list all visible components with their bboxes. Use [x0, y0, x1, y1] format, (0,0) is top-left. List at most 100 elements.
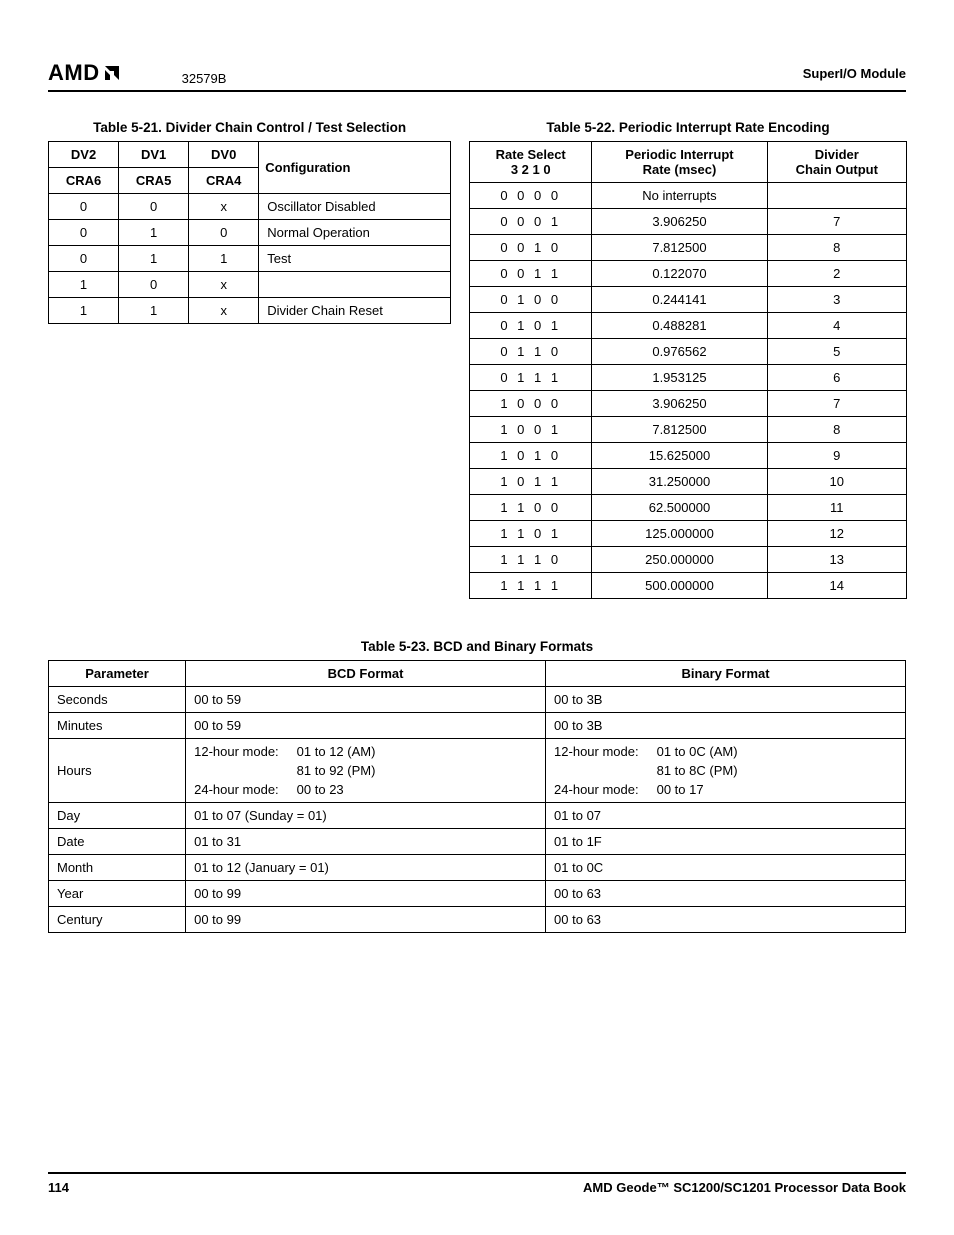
- table-cell: 0: [189, 220, 259, 246]
- table-row: 1 0 1 131.25000010: [470, 469, 907, 495]
- table-cell-param: Century: [49, 907, 186, 933]
- mode-label: [554, 763, 639, 778]
- table-cell: 0 1 0 0: [470, 287, 592, 313]
- mode-label: 24-hour mode:: [554, 782, 639, 797]
- table-521: DV2 DV1 DV0 Configuration CRA6 CRA5 CRA4…: [48, 141, 451, 324]
- table-cell: 0 0 1 0: [470, 235, 592, 261]
- table-cell: 8: [767, 417, 906, 443]
- table-cell: 00 to 63: [546, 907, 906, 933]
- table-cell-param: Minutes: [49, 713, 186, 739]
- table-cell: 0 1 1 1: [470, 365, 592, 391]
- table-cell: 00 to 99: [186, 881, 546, 907]
- table-row: 0 1 1 11.9531256: [470, 365, 907, 391]
- amd-arrow-icon: [102, 63, 122, 83]
- page-header: AMD 32579B SuperI/O Module: [48, 60, 906, 92]
- table-row: 1 0 1 015.6250009: [470, 443, 907, 469]
- th-line: 3 2 1 0: [511, 162, 551, 177]
- table-cell: 0 0 0 1: [470, 209, 592, 235]
- table-cell: x: [189, 272, 259, 298]
- table-cell: 6: [767, 365, 906, 391]
- table-523-wrap: Table 5-23. BCD and Binary Formats Param…: [48, 639, 906, 933]
- table-cell: 1 1 1 1: [470, 573, 592, 599]
- table-cell: 0 0 1 1: [470, 261, 592, 287]
- table-row: 0 0 0 0No interrupts: [470, 183, 907, 209]
- table-row: 1 1 0 1125.00000012: [470, 521, 907, 547]
- table-cell: 7: [767, 209, 906, 235]
- mode-value: 81 to 8C (PM): [657, 763, 897, 778]
- table-cell: 00 to 3B: [546, 713, 906, 739]
- table-cell: 125.000000: [592, 521, 768, 547]
- table-cell: 10: [767, 469, 906, 495]
- table-cell: [767, 183, 906, 209]
- page-footer: 114 AMD Geode™ SC1200/SC1201 Processor D…: [48, 1172, 906, 1195]
- table-cell: 500.000000: [592, 573, 768, 599]
- table-521-caption: Table 5-21. Divider Chain Control / Test…: [48, 120, 451, 135]
- table-row: 0 0 1 10.1220702: [470, 261, 907, 287]
- th-cra4: CRA4: [189, 168, 259, 194]
- table-row: Date01 to 3101 to 1F: [49, 829, 906, 855]
- table-cell: 13: [767, 547, 906, 573]
- table-row: 00xOscillator Disabled: [49, 194, 451, 220]
- mode-value: 01 to 0C (AM): [657, 744, 897, 759]
- mode-label: 12-hour mode:: [194, 744, 279, 759]
- table-row: 1 0 0 03.9062507: [470, 391, 907, 417]
- table-row: 0 1 0 00.2441413: [470, 287, 907, 313]
- th-rate-msec: Periodic Interrupt Rate (msec): [592, 142, 768, 183]
- section-title: SuperI/O Module: [803, 66, 906, 81]
- table-row: 0 0 0 13.9062507: [470, 209, 907, 235]
- table-cell: 1 0 0 0: [470, 391, 592, 417]
- table-cell: 14: [767, 573, 906, 599]
- table-cell: 1.953125: [592, 365, 768, 391]
- table-cell: 00 to 99: [186, 907, 546, 933]
- table-row: Century00 to 9900 to 63: [49, 907, 906, 933]
- table-523: Parameter BCD Format Binary Format Secon…: [48, 660, 906, 933]
- table-cell: 0 0 0 0: [470, 183, 592, 209]
- table-cell: No interrupts: [592, 183, 768, 209]
- table-cell: 31.250000: [592, 469, 768, 495]
- page-number: 114: [48, 1180, 69, 1195]
- table-cell: 1 0 1 1: [470, 469, 592, 495]
- table-cell: 15.625000: [592, 443, 768, 469]
- table-cell: 0: [49, 220, 119, 246]
- th-line: Divider: [815, 147, 859, 162]
- th-line: Rate Select: [496, 147, 566, 162]
- table-cell: 1 1 0 0: [470, 495, 592, 521]
- table-row: 1 1 0 062.50000011: [470, 495, 907, 521]
- amd-logo: AMD: [48, 60, 122, 86]
- table-cell: 9: [767, 443, 906, 469]
- table-cell: 00 to 59: [186, 713, 546, 739]
- table-cell-param: Seconds: [49, 687, 186, 713]
- table-cell: 0.976562: [592, 339, 768, 365]
- table-row: 1 1 1 0250.00000013: [470, 547, 907, 573]
- table-cell: 0: [49, 246, 119, 272]
- table-cell: 7.812500: [592, 235, 768, 261]
- table-cell: 01 to 31: [186, 829, 546, 855]
- table-522-caption: Table 5-22. Periodic Interrupt Rate Enco…: [469, 120, 907, 135]
- table-cell: 1: [119, 220, 189, 246]
- table-cell: 00 to 59: [186, 687, 546, 713]
- table-cell: Test: [259, 246, 451, 272]
- table-row: 011Test: [49, 246, 451, 272]
- table-cell: 00 to 3B: [546, 687, 906, 713]
- th-dv1: DV1: [119, 142, 189, 168]
- th-dv2: DV2: [49, 142, 119, 168]
- table-cell: 12: [767, 521, 906, 547]
- table-row: 0 1 0 10.4882814: [470, 313, 907, 339]
- table-cell: 1: [49, 272, 119, 298]
- table-cell: 0.122070: [592, 261, 768, 287]
- mode-label: [194, 763, 279, 778]
- th-cra6: CRA6: [49, 168, 119, 194]
- th-line: Rate (msec): [643, 162, 717, 177]
- table-cell: 0: [119, 194, 189, 220]
- table-cell: 0 1 1 0: [470, 339, 592, 365]
- table-cell: 0.488281: [592, 313, 768, 339]
- th-divider-out: Divider Chain Output: [767, 142, 906, 183]
- table-cell: 0: [49, 194, 119, 220]
- table-row: 1 0 0 17.8125008: [470, 417, 907, 443]
- table-522: Rate Select 3 2 1 0 Periodic Interrupt R…: [469, 141, 907, 599]
- table-row: 11xDivider Chain Reset: [49, 298, 451, 324]
- table-cell: 7.812500: [592, 417, 768, 443]
- table-cell: 0 1 0 1: [470, 313, 592, 339]
- th-dv0: DV0: [189, 142, 259, 168]
- table-row: DV2 DV1 DV0 Configuration: [49, 142, 451, 168]
